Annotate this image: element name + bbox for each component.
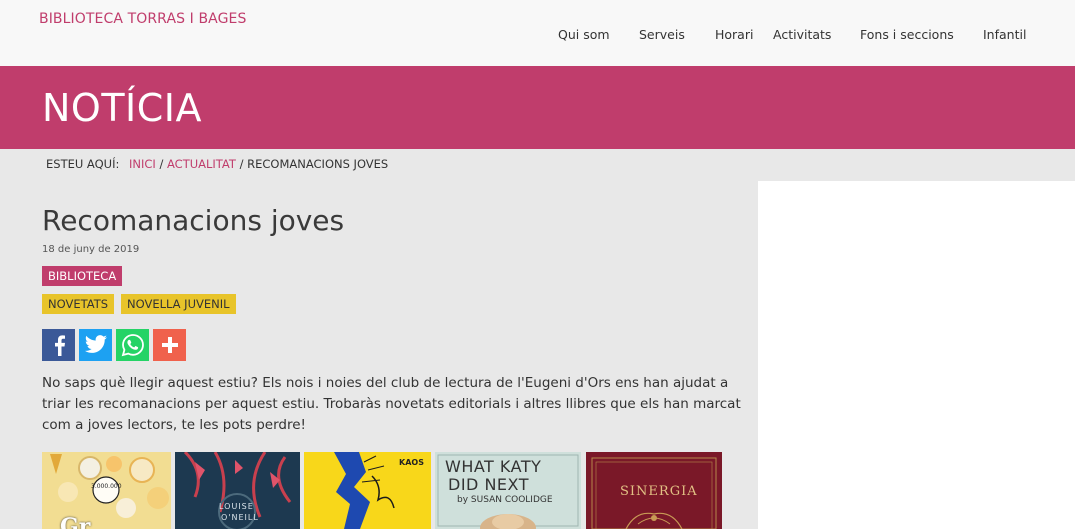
tag-novetats[interactable]: NOVETATS	[42, 294, 115, 314]
book-author-text: by SUSAN COOLIDGE	[457, 495, 553, 505]
page-title: NOTÍCIA	[42, 86, 202, 130]
breadcrumb-lead: ESTEU AQUÍ:	[46, 157, 120, 171]
article-date: 18 de juny de 2019	[42, 244, 140, 255]
book-badge-text: 3.000.000	[91, 483, 122, 490]
book-title-text: DID NEXT	[448, 475, 529, 494]
sidebar	[758, 181, 1075, 529]
book-cover[interactable]: Gr 3.000.000	[42, 452, 171, 529]
nav-item-infantil[interactable]: Infantil	[983, 27, 1026, 42]
nav-item-fons-i-seccions[interactable]: Fons i seccions	[860, 27, 954, 42]
nav-item-qui-som[interactable]: Qui som	[558, 27, 610, 42]
share-more-button[interactable]	[153, 329, 186, 361]
nav-item-serveis[interactable]: Serveis	[639, 27, 685, 42]
article-title: Recomanacions joves	[42, 204, 345, 237]
article-intro: No saps què llegir aquest estiu? Els noi…	[42, 375, 741, 433]
page-banner: NOTÍCIA	[0, 66, 1075, 149]
book-title-text: WHAT KATY	[445, 457, 542, 476]
breadcrumb-link-actualitat[interactable]: ACTUALITAT	[167, 157, 236, 171]
facebook-icon	[54, 335, 65, 356]
book-cover[interactable]: WHAT KATY DID NEXT by SUSAN COOLIDGE	[435, 452, 581, 529]
nav-item-horari[interactable]: Horari	[715, 27, 753, 42]
share-whatsapp-button[interactable]	[116, 329, 149, 361]
plus-icon	[161, 337, 178, 353]
category-tag-biblioteca[interactable]: BIBLIOTECA	[42, 266, 123, 286]
book-cover[interactable]: KAOS	[304, 452, 431, 529]
book-cover[interactable]: LOUISE O'NEILL	[175, 452, 300, 529]
book-author-text: O'NEILL	[221, 513, 259, 522]
site-header: BIBLIOTECA TORRAS I BAGES Qui som Servei…	[0, 0, 1075, 66]
breadcrumb-current: RECOMANACIONS JOVES	[247, 157, 389, 171]
book-title-text: KAOS	[399, 458, 424, 467]
whatsapp-icon	[121, 334, 144, 357]
nav-item-activitats[interactable]: Activitats	[773, 27, 831, 42]
site-logo-link[interactable]: BIBLIOTECA TORRAS I BAGES	[39, 11, 246, 27]
share-facebook-button[interactable]	[42, 329, 75, 361]
twitter-icon	[84, 335, 107, 353]
book-cover[interactable]: SINERGIA	[586, 452, 722, 529]
breadcrumb-link-inici[interactable]: INICI	[129, 157, 156, 171]
breadcrumb-separator: /	[159, 157, 164, 171]
main-nav: Qui som Serveis Horari Activitats Fons i…	[0, 27, 1075, 43]
breadcrumb-separator: /	[239, 157, 244, 171]
book-title-text: Gr	[60, 514, 91, 529]
book-author-text: LOUISE	[219, 502, 254, 511]
breadcrumb: ESTEU AQUÍ: INICI / ACTUALITAT / RECOMAN…	[46, 157, 388, 171]
book-title-text: SINERGIA	[620, 484, 698, 499]
tag-novella-juvenil[interactable]: NOVELLA JUVENIL	[121, 294, 236, 314]
share-twitter-button[interactable]	[79, 329, 112, 361]
